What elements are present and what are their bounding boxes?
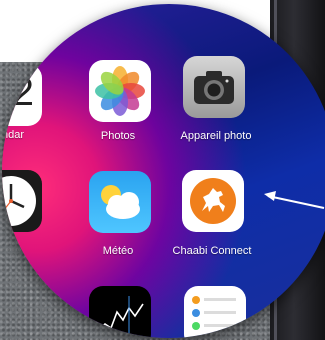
camera-glyph [194,71,234,104]
stocks-chart-glyph [96,296,144,338]
photos-icon[interactable] [89,60,151,122]
calendar-label: endar [2,129,25,141]
clock-icon[interactable] [2,170,42,232]
magnifier-lens: 2 endar Photos Appareil photo [2,4,325,338]
clock-label: oge [2,245,20,257]
photos-label: Photos [100,130,136,142]
camera-icon[interactable] [183,56,245,118]
reminders-glyph [192,296,236,330]
clock-face [2,176,36,226]
camera-label: Appareil photo [180,130,252,142]
reminders-icon[interactable] [184,286,246,338]
chaabi-connect-label: Chaabi Connect [172,245,252,257]
stocks-icon[interactable] [89,286,151,338]
weather-label: Météo [102,245,134,257]
weather-icon[interactable] [89,171,151,233]
photos-flower [95,66,145,116]
chaabi-horse-logo [190,178,236,224]
calendar-icon[interactable]: 2 [2,64,42,126]
calendar-day: 2 [11,70,34,114]
chaabi-connect-icon[interactable] [182,170,244,232]
pointer-arrow-icon [264,191,325,209]
weather-glyph [101,185,140,219]
